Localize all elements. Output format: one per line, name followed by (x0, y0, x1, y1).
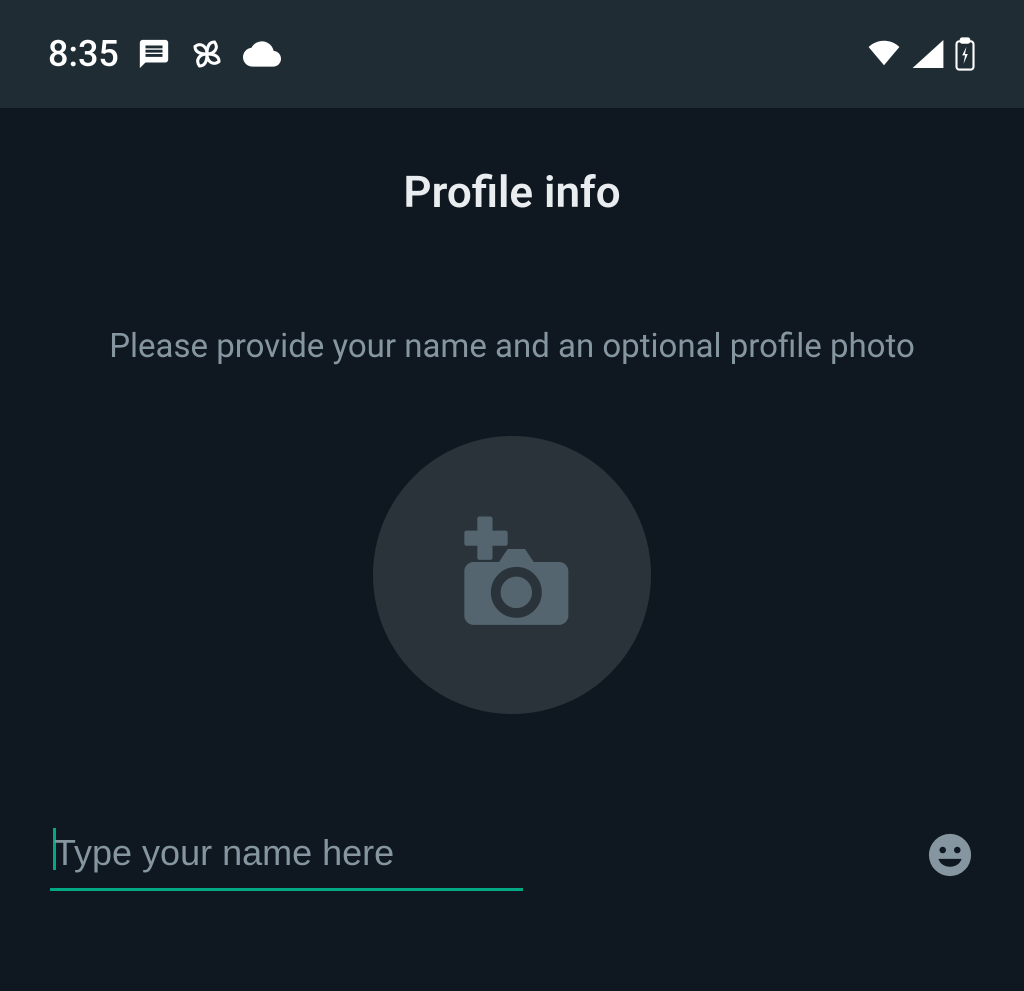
message-icon (137, 37, 171, 71)
status-time: 8:35 (48, 33, 119, 75)
name-input-wrapper (50, 824, 902, 891)
pinwheel-icon (189, 36, 225, 72)
status-bar: 8:35 (0, 0, 1024, 108)
page-title: Profile info (50, 166, 974, 218)
cloud-icon (243, 40, 281, 68)
page-subtitle: Please provide your name and an optional… (50, 323, 974, 371)
cellular-signal-icon (912, 40, 944, 68)
status-right (866, 37, 976, 71)
battery-charging-icon (954, 37, 976, 71)
status-left: 8:35 (48, 33, 281, 75)
emoji-smile-icon (927, 832, 973, 882)
name-input[interactable] (50, 824, 523, 891)
main-content: Profile info Please provide your name an… (0, 166, 1024, 891)
name-input-row (50, 824, 974, 891)
add-profile-photo-button[interactable] (373, 436, 651, 714)
emoji-picker-button[interactable] (926, 833, 974, 881)
wifi-icon (866, 40, 902, 68)
add-photo-camera-icon (447, 515, 577, 635)
